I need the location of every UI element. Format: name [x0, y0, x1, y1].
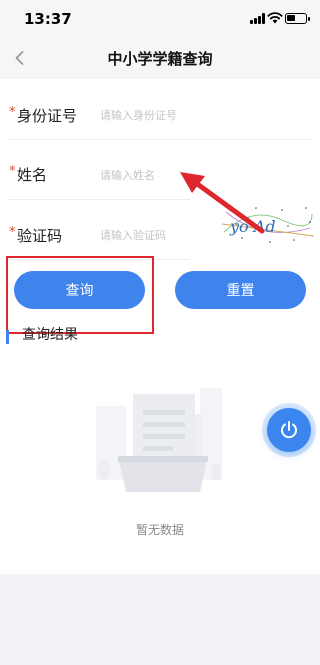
id-number-label: 身份证号 — [17, 107, 78, 125]
name-label: 姓名 — [17, 166, 48, 184]
status-time: 13:37 — [24, 10, 72, 28]
section-marker — [6, 330, 9, 344]
divider — [8, 199, 190, 200]
result-title: 查询结果 — [22, 327, 78, 343]
page-title: 中小学学籍查询 — [107, 50, 213, 68]
divider — [8, 139, 312, 140]
captcha-image[interactable]: yo Ad — [222, 202, 314, 246]
captcha-text: yo Ad — [229, 217, 276, 236]
name-input[interactable] — [100, 165, 250, 185]
nav-bar: 中小学学籍查询 — [0, 38, 320, 78]
id-number-row: * 身份证号 — [0, 90, 320, 140]
wifi-icon — [267, 12, 283, 24]
required-mark: * — [9, 164, 16, 179]
battery-level — [287, 15, 295, 21]
power-icon — [281, 421, 297, 439]
captcha-label: 验证码 — [17, 227, 63, 245]
required-mark: * — [9, 105, 16, 120]
cellular-signal-icon — [250, 13, 266, 24]
empty-state-text: 暂无数据 — [135, 523, 184, 537]
id-number-input[interactable] — [100, 105, 250, 125]
battery-icon — [285, 13, 310, 24]
empty-document-icon — [96, 388, 222, 492]
status-bar: 13:37 — [0, 0, 320, 38]
floating-action-button[interactable] — [262, 403, 316, 457]
reset-button[interactable]: 重置 — [175, 271, 306, 309]
name-row: * 姓名 — [0, 150, 320, 200]
required-mark: * — [9, 225, 16, 240]
captcha-input[interactable] — [100, 225, 210, 245]
footer-area — [0, 574, 320, 665]
annotation-highlight-box — [6, 256, 154, 334]
